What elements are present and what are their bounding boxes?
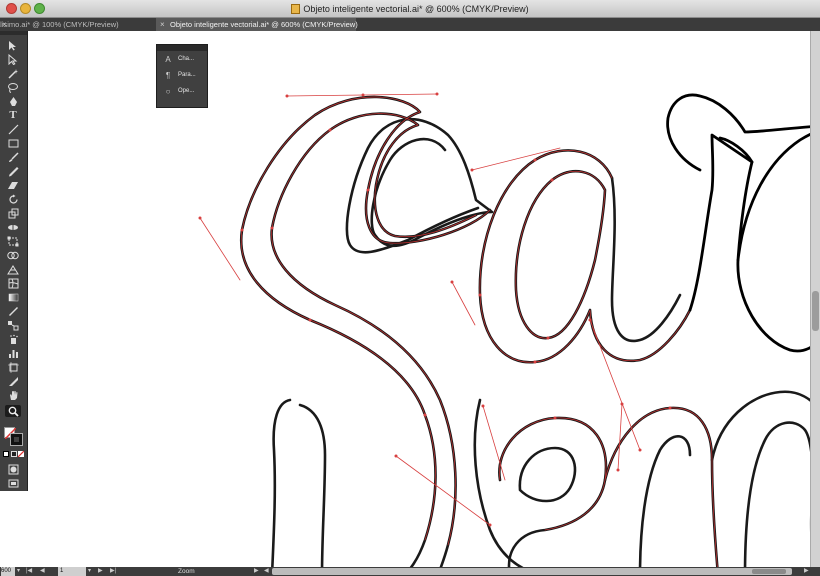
perspective-grid-tool-icon[interactable]	[5, 263, 21, 275]
previous-artboard-icon[interactable]: ◀	[40, 567, 45, 576]
last-artboard-icon[interactable]: ▶|	[110, 567, 116, 576]
opentype-icon: ○	[165, 86, 171, 96]
eyedropper-tool-icon[interactable]	[5, 305, 21, 317]
zoom-level-field[interactable]: 600	[1, 567, 15, 576]
window-titlebar: Objeto inteligente vectorial.ai* @ 600% …	[0, 0, 820, 18]
floating-panel: A Cha... ¶ Para... ○ Ope...	[156, 44, 208, 108]
slice-tool-icon[interactable]	[5, 375, 21, 387]
status-mode-text: Zoom	[178, 568, 195, 575]
letter-r-inner-path[interactable]	[718, 136, 810, 353]
gradient-tool-icon[interactable]	[5, 291, 21, 303]
letter-d-inner-path[interactable]	[298, 403, 327, 567]
drawing-mode-icon[interactable]	[5, 463, 21, 475]
tab-label: alisimo.ai* @ 100% (CMYK/Preview)	[0, 20, 119, 29]
pen-tool-icon[interactable]	[5, 95, 21, 107]
artboard-dropdown-icon[interactable]: ▾	[88, 567, 91, 576]
horizontal-scrollbar-thumb[interactable]	[752, 569, 786, 574]
panel-item-opentype[interactable]: ○ Ope...	[157, 83, 207, 99]
letter-s-inner-path[interactable]	[270, 112, 478, 567]
letter-a-red-path[interactable]	[479, 150, 691, 363]
panel-item-paragraph[interactable]: ¶ Para...	[157, 67, 207, 83]
status-menu-icon[interactable]: ▶	[254, 567, 259, 576]
artboard-number-field[interactable]: 1	[58, 567, 86, 576]
status-bar: 600 ▾ |◀ ◀ 1 ▾ ▶ ▶| Zoom ▶ ◀ ▶	[0, 567, 820, 576]
type-tool-icon[interactable]: T	[5, 109, 21, 121]
tools-panel-grip[interactable]	[0, 31, 27, 35]
mesh-tool-icon[interactable]	[5, 277, 21, 289]
rectangle-tool-icon[interactable]	[5, 137, 21, 149]
artboard-canvas[interactable]	[28, 31, 810, 567]
tab-objeto-inteligente[interactable]: × Objeto inteligente vectorial.ai* @ 600…	[156, 18, 358, 31]
letter-s-outer-path[interactable]	[239, 95, 492, 567]
letter-e-outer-path[interactable]	[498, 416, 608, 567]
next-artboard-icon[interactable]: ▶	[98, 567, 103, 576]
window-title: Objeto inteligente vectorial.ai* @ 600% …	[0, 3, 820, 15]
selection-tool-icon[interactable]	[5, 39, 21, 51]
letter-s-red-path[interactable]	[271, 113, 477, 546]
magic-wand-tool-icon[interactable]	[5, 67, 21, 79]
character-icon: A	[165, 54, 171, 64]
color-mode-icon[interactable]	[11, 451, 17, 457]
letter-m-red-path[interactable]	[604, 407, 718, 567]
scroll-left-icon[interactable]: ◀	[264, 567, 269, 576]
vertical-scrollbar[interactable]	[810, 31, 820, 567]
paragraph-icon: ¶	[165, 70, 171, 80]
letter-e-inner-path[interactable]	[518, 446, 577, 503]
letter-m-outer-path[interactable]	[603, 406, 719, 567]
document-tab-bar: × alisimo.ai* @ 100% (CMYK/Preview) × Ob…	[0, 18, 820, 32]
panel-header[interactable]	[157, 45, 207, 51]
letter-d-outer-path[interactable]	[271, 398, 292, 567]
letter-a-red-path[interactable]	[515, 171, 606, 339]
window-title-text: Objeto inteligente vectorial.ai* @ 600% …	[303, 4, 529, 14]
eraser-tool-icon[interactable]	[5, 179, 21, 191]
pencil-tool-icon[interactable]	[5, 165, 21, 177]
tab-close-icon[interactable]: ×	[160, 18, 165, 31]
rotate-tool-icon[interactable]	[5, 193, 21, 205]
letter-m-outer-path[interactable]	[638, 434, 692, 567]
first-artboard-icon[interactable]: |◀	[26, 567, 32, 576]
direct-selection-tool-icon[interactable]	[5, 53, 21, 65]
panel-item-label: Para...	[178, 72, 196, 78]
width-tool-icon[interactable]	[5, 221, 21, 233]
document-icon	[291, 4, 301, 14]
lasso-tool-icon[interactable]	[5, 81, 21, 93]
letter-r-top-path[interactable]	[666, 93, 810, 172]
panel-item-label: Ope...	[178, 88, 195, 94]
tab-alisimo[interactable]: × alisimo.ai* @ 100% (CMYK/Preview)	[0, 18, 156, 31]
zoom-dropdown-icon[interactable]: ▾	[17, 567, 20, 576]
lettering-artwork[interactable]	[28, 31, 810, 567]
panel-item-character[interactable]: A Cha...	[157, 51, 207, 67]
letter-a-stem-path[interactable]	[610, 176, 682, 343]
letter-m-inner-path[interactable]	[743, 421, 810, 567]
default-colors-icon[interactable]	[3, 451, 9, 457]
paintbrush-tool-icon[interactable]	[5, 151, 21, 163]
letter-a-inner-path[interactable]	[514, 170, 607, 340]
scroll-right-icon[interactable]: ▶	[804, 567, 809, 576]
panel-item-label: Cha...	[178, 56, 195, 62]
shape-builder-tool-icon[interactable]	[5, 249, 21, 261]
artboard-tool-icon[interactable]	[5, 361, 21, 373]
line-tool-icon[interactable]	[5, 123, 21, 135]
zoom-tool-icon[interactable]	[5, 405, 21, 417]
screen-mode-icon[interactable]	[5, 477, 21, 489]
stroke-swatch[interactable]	[10, 433, 23, 446]
tab-label: Objeto inteligente vectorial.ai* @ 600% …	[170, 20, 358, 29]
vertical-scrollbar-thumb[interactable]	[812, 291, 819, 331]
letter-s-red-path[interactable]	[240, 96, 491, 541]
fill-stroke-swatch[interactable]	[4, 427, 24, 447]
blend-tool-icon[interactable]	[5, 319, 21, 331]
scale-tool-icon[interactable]	[5, 207, 21, 219]
tools-panel: T	[0, 31, 28, 491]
horizontal-scrollbar[interactable]	[272, 568, 792, 575]
column-graph-tool-icon[interactable]	[5, 347, 21, 359]
symbol-sprayer-tool-icon[interactable]	[5, 333, 21, 345]
letter-e-outer-path[interactable]	[473, 398, 545, 567]
hand-tool-icon[interactable]	[5, 389, 21, 401]
free-transform-tool-icon[interactable]	[5, 235, 21, 247]
none-mode-icon[interactable]	[18, 451, 24, 457]
